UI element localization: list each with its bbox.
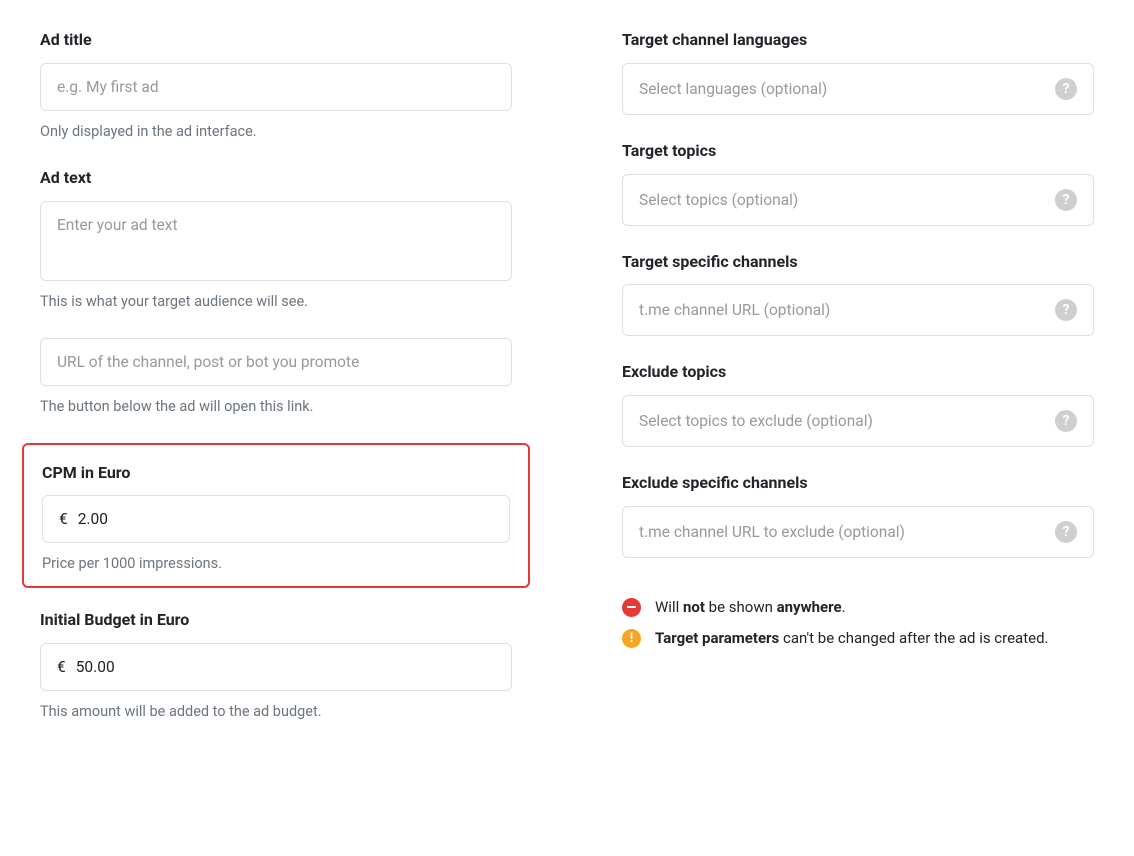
help-icon[interactable]: ?: [1055, 299, 1077, 321]
cpm-help: Price per 1000 impressions.: [42, 553, 510, 574]
target-languages-input[interactable]: Select languages (optional) ?: [622, 63, 1094, 115]
url-help: The button below the ad will open this l…: [40, 396, 512, 417]
exclude-channels-placeholder: t.me channel URL to exclude (optional): [639, 523, 1055, 541]
ad-text-label: Ad text: [40, 168, 512, 189]
target-topics-placeholder: Select topics (optional): [639, 191, 1055, 209]
ad-title-label: Ad title: [40, 30, 512, 51]
ad-title-placeholder: e.g. My first ad: [57, 78, 495, 96]
budget-group: Initial Budget in Euro € 50.00 This amou…: [40, 610, 512, 722]
cpm-label: CPM in Euro: [42, 463, 510, 484]
exclude-topics-input[interactable]: Select topics to exclude (optional) ?: [622, 395, 1094, 447]
ad-title-help: Only displayed in the ad interface.: [40, 121, 512, 142]
ad-title-input[interactable]: e.g. My first ad: [40, 63, 512, 111]
exclude-channels-label: Exclude specific channels: [622, 473, 1094, 494]
target-languages-group: Target channel languages Select language…: [622, 30, 1094, 115]
exclude-topics-label: Exclude topics: [622, 362, 1094, 383]
help-icon[interactable]: ?: [1055, 189, 1077, 211]
euro-symbol: €: [57, 658, 66, 676]
target-languages-label: Target channel languages: [622, 30, 1094, 51]
cpm-group: CPM in Euro € 2.00 Price per 1000 impres…: [22, 443, 530, 589]
target-channels-label: Target specific channels: [622, 252, 1094, 273]
right-column: Target channel languages Select language…: [622, 30, 1094, 748]
budget-label: Initial Budget in Euro: [40, 610, 512, 631]
note-not-shown: Will not be shown anywhere.: [622, 598, 1094, 617]
cpm-input[interactable]: € 2.00: [42, 495, 510, 543]
notes-block: Will not be shown anywhere. Target param…: [622, 598, 1094, 648]
exclude-topics-group: Exclude topics Select topics to exclude …: [622, 362, 1094, 447]
ad-title-group: Ad title e.g. My first ad Only displayed…: [40, 30, 512, 142]
exclude-channels-input[interactable]: t.me channel URL to exclude (optional) ?: [622, 506, 1094, 558]
euro-symbol: €: [59, 510, 68, 528]
budget-input[interactable]: € 50.00: [40, 643, 512, 691]
url-input[interactable]: URL of the channel, post or bot you prom…: [40, 338, 512, 386]
target-languages-placeholder: Select languages (optional): [639, 80, 1055, 98]
note-text: Will not be shown anywhere.: [655, 598, 846, 616]
target-channels-group: Target specific channels t.me channel UR…: [622, 252, 1094, 337]
cpm-value: 2.00: [78, 510, 108, 528]
help-icon[interactable]: ?: [1055, 78, 1077, 100]
ad-text-input[interactable]: Enter your ad text: [40, 201, 512, 281]
target-channels-input[interactable]: t.me channel URL (optional) ?: [622, 284, 1094, 336]
ad-text-help: This is what your target audience will s…: [40, 291, 512, 312]
minus-circle-icon: [622, 598, 641, 617]
target-topics-label: Target topics: [622, 141, 1094, 162]
url-placeholder: URL of the channel, post or bot you prom…: [57, 353, 495, 371]
warning-circle-icon: [622, 629, 641, 648]
note-text: Target parameters can't be changed after…: [655, 629, 1049, 647]
url-group: URL of the channel, post or bot you prom…: [40, 338, 512, 417]
help-icon[interactable]: ?: [1055, 410, 1077, 432]
exclude-channels-group: Exclude specific channels t.me channel U…: [622, 473, 1094, 558]
target-topics-group: Target topics Select topics (optional) ?: [622, 141, 1094, 226]
ad-text-group: Ad text Enter your ad text This is what …: [40, 168, 512, 312]
target-topics-input[interactable]: Select topics (optional) ?: [622, 174, 1094, 226]
target-channels-placeholder: t.me channel URL (optional): [639, 301, 1055, 319]
budget-help: This amount will be added to the ad budg…: [40, 701, 512, 722]
ad-text-placeholder: Enter your ad text: [57, 216, 495, 234]
note-params-locked: Target parameters can't be changed after…: [622, 629, 1094, 648]
help-icon[interactable]: ?: [1055, 521, 1077, 543]
budget-value: 50.00: [76, 658, 115, 676]
exclude-topics-placeholder: Select topics to exclude (optional): [639, 412, 1055, 430]
left-column: Ad title e.g. My first ad Only displayed…: [40, 30, 512, 748]
